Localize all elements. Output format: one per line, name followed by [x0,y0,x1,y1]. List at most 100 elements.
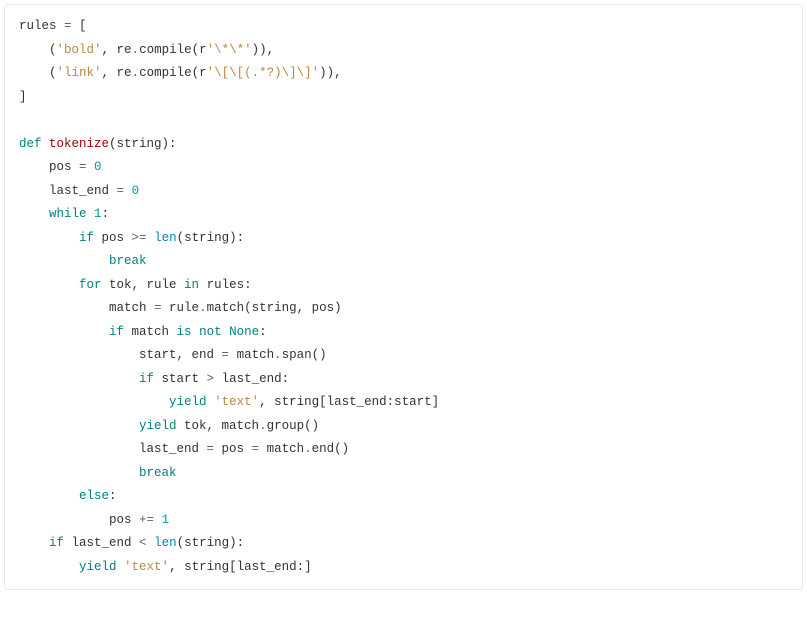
token-text: last_end [19,442,207,456]
token-yield: yield [139,419,177,433]
token-text [147,231,155,245]
token-text: compile(r [139,43,207,57]
token-text [19,231,79,245]
token-punct: ( [19,66,57,80]
token-operator: . [259,419,267,433]
token-text [19,254,109,268]
token-string: 'text' [124,560,169,574]
token-text [19,325,109,339]
token-punct: )), [319,66,342,80]
token-operator: < [139,536,147,550]
token-text: , string[last_end:start] [259,395,439,409]
token-text [19,207,49,221]
token-text [19,278,79,292]
token-text [117,560,125,574]
token-text [19,395,169,409]
token-text [87,160,95,174]
token-operator: = [252,442,260,456]
token-builtin: len [154,231,177,245]
token-text [154,513,162,527]
token-operator: . [304,442,312,456]
token-none: None [229,325,259,339]
token-text [124,184,132,198]
token-text [147,536,155,550]
token-text [19,466,139,480]
token-fn: tokenize [49,137,109,151]
token-text: span() [282,348,327,362]
token-text [19,560,79,574]
token-punct: ( [19,43,57,57]
token-keyword: in [184,278,199,292]
token-keyword: is [177,325,192,339]
token-string: '\[\[(.*?)\]\]' [207,66,320,80]
token-string: '\*\*' [207,43,252,57]
python-source: rules = [ ('bold', re.compile(r'\*\*')),… [19,19,439,574]
token-text: match(string, pos) [207,301,342,315]
token-text: start [154,372,207,386]
token-text: compile(r [139,66,207,80]
token-operator: > [207,372,215,386]
token-punct: [ [72,19,87,33]
token-string: 'link' [57,66,102,80]
token-keyword: break [139,466,177,480]
token-text: , re [102,43,132,57]
code-block: rules = [ ('bold', re.compile(r'\*\*')),… [4,4,803,590]
token-text: tok, rule [102,278,185,292]
token-number: 1 [162,513,170,527]
token-text [87,207,95,221]
token-yield: yield [79,560,117,574]
token-text: match [229,348,274,362]
token-punct: )), [252,43,275,57]
token-keyword: break [109,254,147,268]
token-string: 'text' [214,395,259,409]
token-punct: ] [19,90,27,104]
token-text: rules: [199,278,252,292]
token-operator: = [64,19,72,33]
token-keyword: def [19,137,42,151]
token-text: pos [19,160,79,174]
token-number: 1 [94,207,102,221]
token-operator: = [117,184,125,198]
token-punct: : [102,207,110,221]
token-punct: (string): [177,536,245,550]
token-text: match [259,442,304,456]
token-operator: += [139,513,154,527]
token-keyword: while [49,207,87,221]
token-number: 0 [94,160,102,174]
token-operator: . [132,66,140,80]
token-number: 0 [132,184,140,198]
token-text [19,536,49,550]
token-text [19,419,139,433]
token-text [192,325,200,339]
token-operator: . [274,348,282,362]
token-text [19,489,79,503]
token-text [19,372,139,386]
token-text: pos [214,442,252,456]
token-text: tok, match [177,419,260,433]
token-text: rules [19,19,64,33]
token-operator: = [222,348,230,362]
token-text: match [19,301,154,315]
token-operator: = [207,442,215,456]
token-punct: : [109,489,117,503]
token-keyword: not [199,325,222,339]
token-text: match [124,325,177,339]
token-operator: . [199,301,207,315]
token-text: pos [19,513,139,527]
token-punct: (string): [109,137,177,151]
token-text [207,395,215,409]
token-operator: = [79,160,87,174]
token-keyword: if [49,536,64,550]
token-punct: (string): [177,231,245,245]
token-keyword: else [79,489,109,503]
token-operator: . [132,43,140,57]
token-text: last_end [64,536,139,550]
token-operator: >= [132,231,147,245]
token-builtin: len [154,536,177,550]
token-text: last_end [19,184,117,198]
token-keyword: if [109,325,124,339]
token-yield: yield [169,395,207,409]
token-keyword: for [79,278,102,292]
token-punct: : [259,325,267,339]
token-text: rule [162,301,200,315]
